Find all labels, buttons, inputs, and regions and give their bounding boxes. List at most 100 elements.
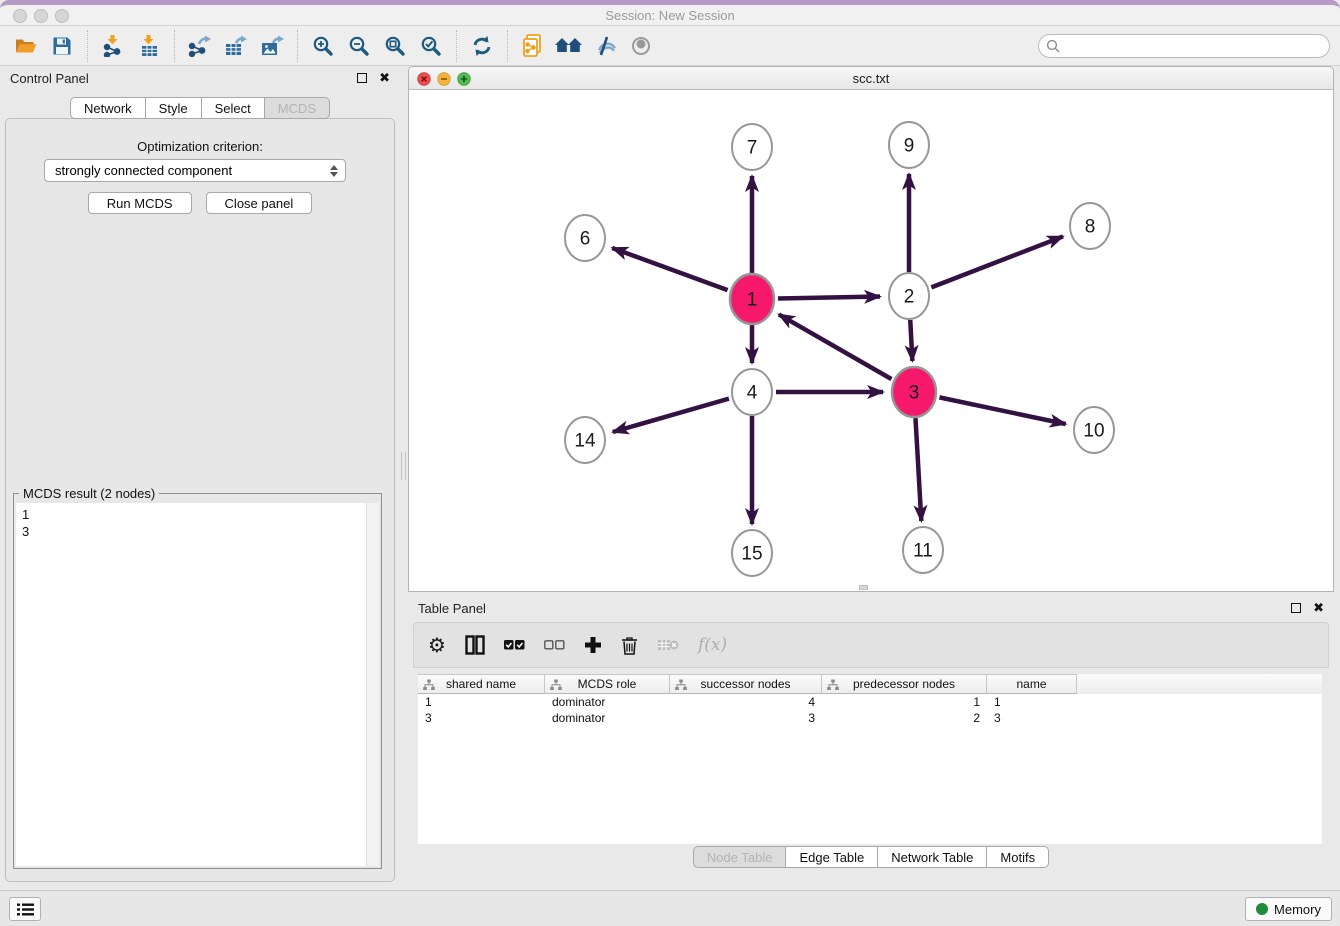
clone-network-button[interactable] <box>515 28 551 64</box>
table-row[interactable]: 3 dominator 3 2 3 <box>418 710 1322 726</box>
memory-label: Memory <box>1274 902 1321 917</box>
toolbar-separator <box>174 30 175 62</box>
memory-button[interactable]: Memory <box>1245 897 1332 921</box>
tab-network-table[interactable]: Network Table <box>877 846 987 868</box>
graph-edge-1-2[interactable] <box>778 297 880 299</box>
export-image-button[interactable] <box>254 28 290 64</box>
tab-select[interactable]: Select <box>201 97 265 119</box>
cell-shared-name[interactable]: 3 <box>418 711 545 725</box>
close-table-panel-icon[interactable]: ✖ <box>1313 603 1324 613</box>
graph-edge-3-1[interactable] <box>779 314 892 379</box>
toolbar-separator <box>297 30 298 62</box>
zoom-in-button[interactable] <box>305 28 341 64</box>
mcds-result-group: MCDS result (2 nodes) 1 3 <box>13 493 382 869</box>
cell-mcds-role[interactable]: dominator <box>545 711 670 725</box>
graph-edge-3-11[interactable] <box>915 418 921 521</box>
delete-row-button[interactable] <box>621 630 638 660</box>
control-panel: Control Panel ✖ Network Style Select MCD… <box>0 66 400 886</box>
import-network-button[interactable] <box>95 28 131 64</box>
network-window-titlebar: scc.txt <box>409 67 1333 90</box>
search-input[interactable] <box>1065 36 1329 56</box>
deselect-all-button[interactable] <box>544 630 565 660</box>
float-table-panel-icon[interactable] <box>1291 603 1301 613</box>
tab-edge-table[interactable]: Edge Table <box>785 846 878 868</box>
open-session-button[interactable] <box>8 28 44 64</box>
home-icon <box>555 36 583 56</box>
window-title: Session: New Session <box>0 8 1340 23</box>
trash-icon <box>621 636 638 655</box>
list-icon <box>17 903 34 916</box>
delete-column-button[interactable] <box>657 630 679 660</box>
panel-splitter-handle[interactable] <box>401 452 406 480</box>
mcds-result-line: 1 <box>22 506 373 523</box>
eye-button[interactable] <box>623 28 659 64</box>
export-network-button[interactable] <box>182 28 218 64</box>
tab-network[interactable]: Network <box>70 97 146 119</box>
zoom-selected-button[interactable] <box>413 28 449 64</box>
function-builder-button[interactable]: f(x) <box>698 630 727 660</box>
home-button[interactable] <box>551 28 587 64</box>
graph-edge-4-14[interactable] <box>613 399 729 432</box>
delete-column-icon <box>657 637 679 653</box>
graph-node-label-4: 4 <box>747 383 758 404</box>
zoom-out-button[interactable] <box>341 28 377 64</box>
export-table-button[interactable] <box>218 28 254 64</box>
cell-successor-nodes[interactable]: 3 <box>670 711 822 725</box>
column-header-shared-name[interactable]: shared name <box>418 674 545 694</box>
network-canvas[interactable]: 7968124314101511 <box>409 90 1333 591</box>
tab-style[interactable]: Style <box>145 97 202 119</box>
graph-node-label-3: 3 <box>909 383 920 404</box>
cytoscape-window: Session: New Session <box>0 0 1340 926</box>
dropdown-stepper-icon <box>330 165 338 177</box>
zoom-fit-button[interactable] <box>377 28 413 64</box>
result-scrollbar[interactable] <box>366 503 379 866</box>
graph-node-label-1: 1 <box>747 290 758 311</box>
table-row[interactable]: 1 dominator 4 1 1 <box>418 694 1322 710</box>
canvas-resize-handle[interactable] <box>859 585 868 590</box>
float-panel-icon[interactable] <box>357 73 367 83</box>
column-header-mcds-role[interactable]: MCDS role <box>545 674 670 694</box>
import-network-icon <box>102 35 124 57</box>
graph-edge-1-6[interactable] <box>612 248 727 290</box>
criterion-dropdown[interactable]: strongly connected component <box>44 159 346 182</box>
cell-predecessor-nodes[interactable]: 1 <box>822 695 987 709</box>
add-row-button[interactable] <box>584 630 602 660</box>
function-builder-icon: f(x) <box>698 635 727 655</box>
graph-node-label-14: 14 <box>574 431 596 452</box>
close-panel-icon[interactable]: ✖ <box>379 73 390 83</box>
graph-edge-2-3[interactable] <box>910 320 912 361</box>
hide-show-button[interactable] <box>587 28 623 64</box>
import-table-button[interactable] <box>131 28 167 64</box>
refresh-layout-button[interactable] <box>464 28 500 64</box>
column-header-successor-nodes[interactable]: successor nodes <box>670 674 822 694</box>
cell-mcds-role[interactable]: dominator <box>545 695 670 709</box>
hierarchy-icon <box>550 679 562 691</box>
cell-successor-nodes[interactable]: 4 <box>670 695 822 709</box>
tab-motifs[interactable]: Motifs <box>986 846 1049 868</box>
graph-edge-3-10[interactable] <box>939 397 1065 424</box>
gear-button[interactable]: ⚙ <box>428 630 446 660</box>
cell-shared-name[interactable]: 1 <box>418 695 545 709</box>
memory-status-icon <box>1256 903 1268 915</box>
graph-edge-2-8[interactable] <box>931 236 1063 287</box>
node-table: shared name MCDS role <box>418 674 1322 844</box>
eye-icon <box>629 37 653 55</box>
column-header-name[interactable]: name <box>987 674 1077 694</box>
column-header-predecessor-nodes[interactable]: predecessor nodes <box>822 674 987 694</box>
graph-node-label-2: 2 <box>904 287 915 308</box>
tab-node-table[interactable]: Node Table <box>693 846 787 868</box>
panel-chooser-button[interactable] <box>9 897 41 921</box>
cell-predecessor-nodes[interactable]: 2 <box>822 711 987 725</box>
search-box[interactable] <box>1038 34 1330 58</box>
save-session-button[interactable] <box>44 28 80 64</box>
mcds-result-list[interactable]: 1 3 <box>16 503 379 866</box>
mcds-tab-content: Optimization criterion: strongly connect… <box>5 118 395 882</box>
run-mcds-button[interactable]: Run MCDS <box>88 192 192 214</box>
tab-mcds[interactable]: MCDS <box>264 97 330 119</box>
cell-name[interactable]: 1 <box>987 695 1077 709</box>
network-window-title: scc.txt <box>409 71 1333 86</box>
cell-name[interactable]: 3 <box>987 711 1077 725</box>
show-columns-button[interactable] <box>465 630 485 660</box>
close-panel-button[interactable]: Close panel <box>206 192 313 214</box>
select-all-button[interactable] <box>504 630 525 660</box>
